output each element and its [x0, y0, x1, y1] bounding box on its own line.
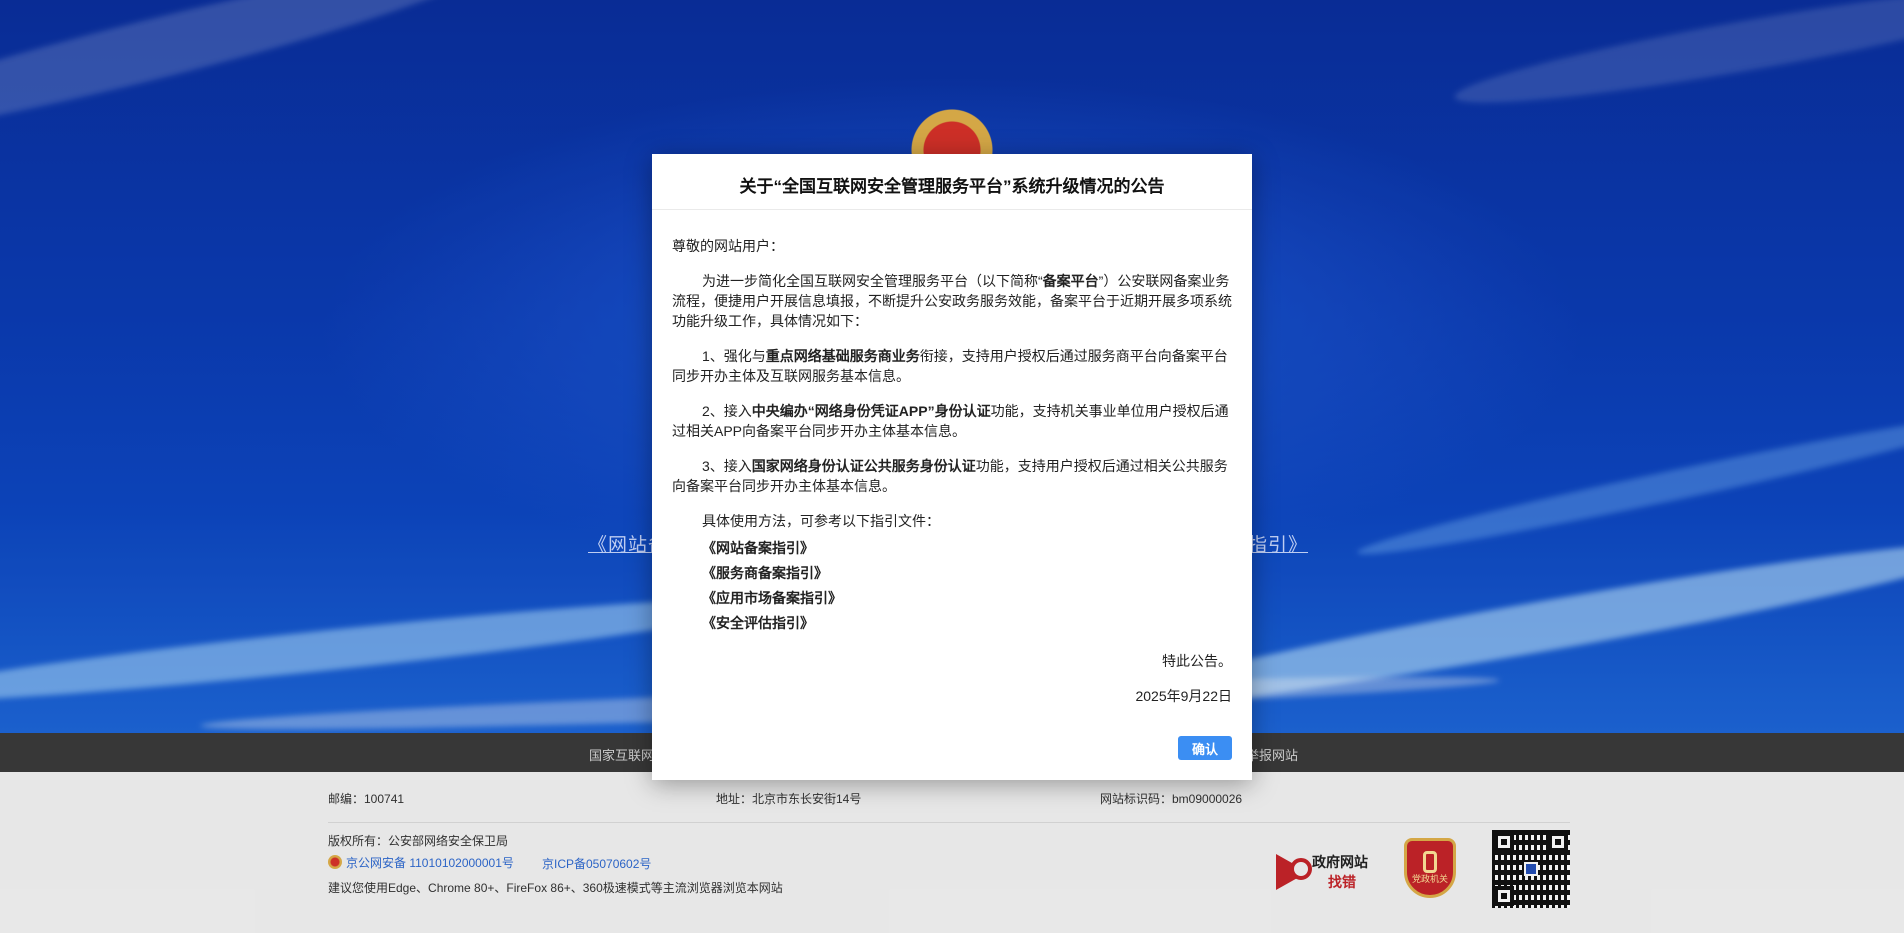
guide-intro-text: 具体使用方法，可参考以下指引文件： — [702, 513, 940, 529]
guide-link-website[interactable]: 《网站备案指引》 — [702, 536, 1232, 561]
guide-link-app-market[interactable]: 《应用市场备案指引》 — [702, 586, 1232, 611]
greeting-text: 尊敬的网站用户： — [672, 238, 784, 254]
announcement-modal: 关于“全国互联网安全管理服务平台”系统升级情况的公告 尊敬的网站用户： 为进一步… — [652, 154, 1252, 780]
modal-body: 尊敬的网站用户： 为进一步简化全国互联网安全管理服务平台（以下简称“备案平台”）… — [652, 210, 1252, 706]
paragraph-intro: 为进一步简化全国互联网安全管理服务平台（以下简称“备案平台”）公安联网备案业务流… — [672, 273, 1232, 329]
modal-header: 关于“全国互联网安全管理服务平台”系统升级情况的公告 — [652, 154, 1252, 210]
paragraph-item-2: 2、接入中央编办“网络身份凭证APP”身份认证功能，支持机关事业单位用户授权后通… — [672, 403, 1229, 439]
confirm-button[interactable]: 确认 — [1178, 736, 1232, 760]
paragraph-item-3: 3、接入国家网络身份认证公共服务身份认证功能，支持用户授权后通过相关公共服务向备… — [672, 458, 1228, 494]
guide-list: 《网站备案指引》 《服务商备案指引》 《应用市场备案指引》 《安全评估指引》 — [672, 536, 1232, 636]
paragraph-item-1: 1、强化与重点网络基础服务商业务衔接，支持用户授权后通过服务商平台向备案平台同步… — [672, 348, 1228, 384]
closing-text: 特此公告。 — [1162, 653, 1232, 669]
guide-link-service-provider[interactable]: 《服务商备案指引》 — [702, 561, 1232, 586]
guide-link-security-assessment[interactable]: 《安全评估指引》 — [702, 611, 1232, 636]
date-text: 2025年9月22日 — [1135, 688, 1232, 704]
modal-title: 关于“全国互联网安全管理服务平台”系统升级情况的公告 — [739, 177, 1165, 196]
